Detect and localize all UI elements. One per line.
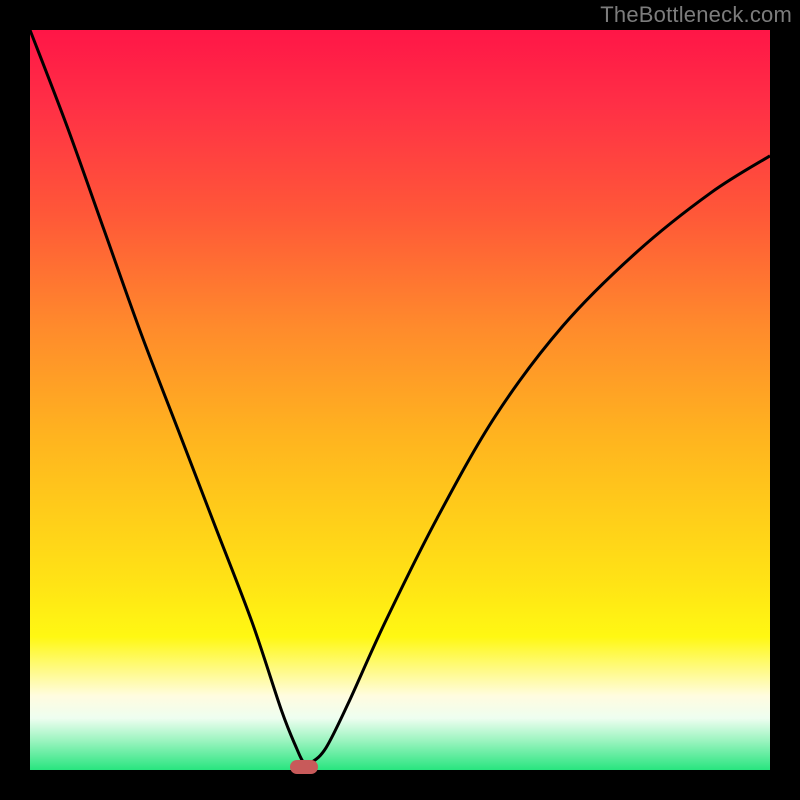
watermark-text: TheBottleneck.com: [600, 2, 792, 28]
chart-stage: TheBottleneck.com: [0, 0, 800, 800]
bottleneck-curve: [30, 30, 770, 770]
plot-area: [30, 30, 770, 770]
curve-path: [30, 30, 770, 764]
optimum-marker: [290, 760, 318, 774]
